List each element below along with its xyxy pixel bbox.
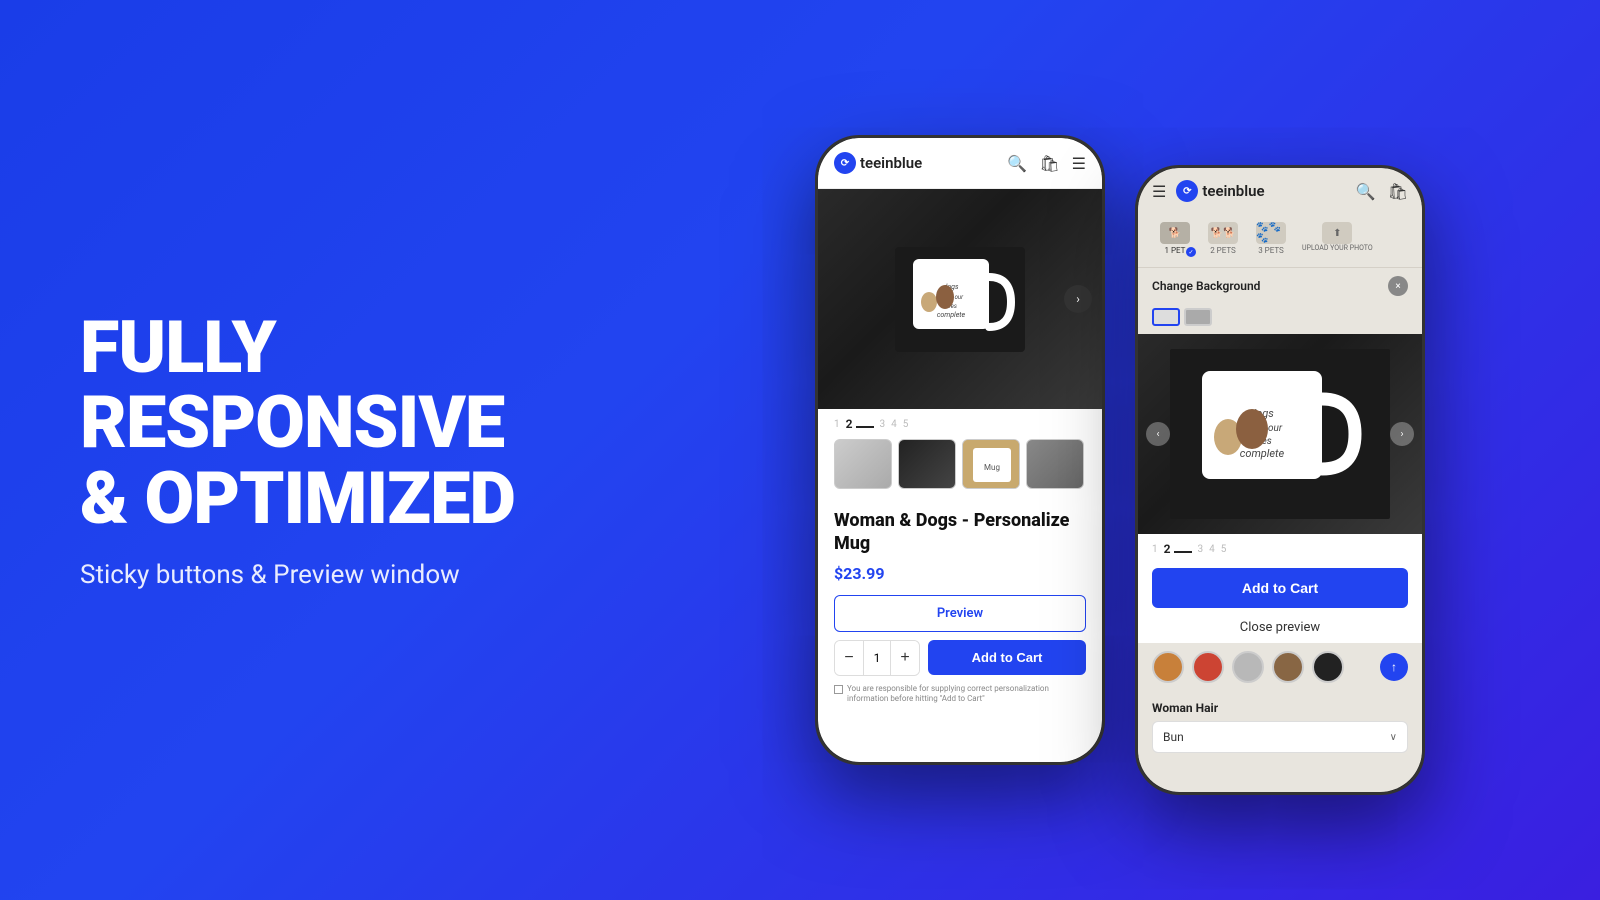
next-image-arrow-left[interactable]: › — [1064, 285, 1092, 313]
svg-text:complete: complete — [1240, 447, 1285, 460]
left-panel: FULLY RESPONSIVE & OPTIMIZED Sticky butt… — [0, 250, 680, 651]
phone-right: ☰ ⟳ teeinblue 🔍 🛍 🐕 1 PET ✓ 🐕🐕 — [1135, 165, 1425, 795]
change-bg-label: Change Background — [1152, 279, 1260, 293]
thumbnail-4-left[interactable] — [1026, 439, 1084, 489]
dot-5-left: 5 — [903, 419, 909, 430]
left-screen: ⟳ teeinblue 🔍 🛍 ☰ — [818, 138, 1102, 762]
hair-label: Woman Hair — [1152, 701, 1408, 715]
disclaimer-left: You are responsible for supplying correc… — [834, 684, 1086, 705]
dot-4-left: 4 — [891, 419, 897, 430]
mug-illustration-left: dogs make our lives complete — [895, 247, 1025, 352]
main-heading: FULLY RESPONSIVE & OPTIMIZED — [80, 310, 600, 537]
add-to-cart-button-right[interactable]: Add to Cart — [1152, 568, 1408, 608]
change-bg-bar: Change Background × — [1138, 268, 1422, 304]
upload-label: UPLOAD YOUR PHOTO — [1302, 244, 1373, 252]
upload-icon: ⬆ — [1322, 222, 1352, 244]
color-option-3[interactable] — [1232, 651, 1264, 683]
thumbnail-1-left[interactable] — [834, 439, 892, 489]
dot-2-left[interactable]: 2 — [846, 417, 874, 431]
dot-5-right: 5 — [1221, 544, 1227, 555]
pet-selector: 🐕 1 PET ✓ 🐕🐕 2 PETS 🐾🐾🐾 3 PETS ⬆ UPLOAD … — [1138, 214, 1422, 268]
pet-option-1[interactable]: 🐕 1 PET ✓ — [1152, 218, 1198, 259]
thumbnail-3-left[interactable]: Mug — [962, 439, 1020, 489]
pet-icon-3: 🐾🐾🐾 — [1256, 222, 1286, 244]
dot-1-left: 1 — [834, 419, 840, 430]
dots-row-left: 1 2 3 4 5 — [818, 409, 1102, 439]
svg-text:Mug: Mug — [984, 463, 1000, 472]
dot-1-right: 1 — [1152, 544, 1158, 555]
brand-logo-left: ⟳ teeinblue — [834, 152, 999, 174]
chevron-down-icon: ∨ — [1390, 732, 1397, 743]
white-section-right: 1 2 3 4 5 Add to Cart Close preview — [1138, 534, 1422, 643]
qty-minus-left[interactable]: − — [835, 641, 863, 675]
bg-swatch-selected[interactable] — [1152, 308, 1180, 326]
cart-icon-left[interactable]: 🛍 — [1039, 154, 1059, 173]
color-option-2[interactable] — [1192, 651, 1224, 683]
pet-label-1: 1 PET — [1165, 246, 1186, 255]
hair-section: Woman Hair Bun ∨ — [1138, 691, 1422, 763]
search-icon-right[interactable]: 🔍 — [1356, 182, 1376, 201]
pet-label-3: 3 PETS — [1258, 246, 1284, 255]
pet-check-1: ✓ — [1186, 247, 1196, 257]
bg-swatch-2[interactable] — [1184, 308, 1212, 326]
brand-name-right: teeinblue — [1202, 182, 1264, 200]
color-option-5[interactable] — [1312, 651, 1344, 683]
add-to-cart-button-left[interactable]: Add to Cart — [928, 640, 1086, 675]
color-option-4[interactable] — [1272, 651, 1304, 683]
preview-button-left[interactable]: Preview — [834, 595, 1086, 632]
scroll-up-button[interactable]: ↑ — [1380, 653, 1408, 681]
right-nav: ☰ ⟳ teeinblue 🔍 🛍 — [1138, 168, 1422, 214]
menu-icon-left[interactable]: ☰ — [1072, 154, 1086, 173]
next-image-arrow-right[interactable]: › — [1390, 422, 1414, 446]
menu-icon-right[interactable]: ☰ — [1152, 182, 1166, 201]
upload-option[interactable]: ⬆ UPLOAD YOUR PHOTO — [1296, 218, 1379, 259]
phone-left: ⟳ teeinblue 🔍 🛍 ☰ — [815, 135, 1105, 765]
phones-area: ⟳ teeinblue 🔍 🛍 ☰ — [680, 75, 1600, 825]
pet-icon-2: 🐕🐕 — [1208, 222, 1238, 244]
product-image-container-left: dogs make our lives complete › — [818, 189, 1102, 409]
product-title-left: Woman & Dogs - Personalize Mug — [834, 509, 1086, 556]
disclaimer-checkbox-left[interactable] — [834, 685, 843, 694]
nav-icons-left: 🔍 🛍 ☰ — [1007, 154, 1086, 173]
dot-2-right[interactable]: 2 — [1164, 542, 1192, 556]
qty-control-left[interactable]: − 1 + — [834, 640, 920, 676]
pet-icon-1: 🐕 — [1160, 222, 1190, 244]
hair-value: Bun — [1163, 730, 1184, 744]
left-nav: ⟳ teeinblue 🔍 🛍 ☰ — [818, 138, 1102, 189]
product-image-right: dogs make our lives complete ‹ › — [1138, 334, 1422, 534]
thumbnails-left: Mug — [818, 439, 1102, 499]
qty-plus-left[interactable]: + — [891, 641, 919, 675]
pet-option-2[interactable]: 🐕🐕 2 PETS — [1200, 218, 1246, 259]
nav-icons-right: 🔍 🛍 — [1356, 182, 1408, 201]
hair-dropdown[interactable]: Bun ∨ — [1152, 721, 1408, 753]
teeinblue-icon-left: ⟳ — [834, 152, 856, 174]
dot-3-left: 3 — [880, 419, 886, 430]
svg-text:complete: complete — [937, 311, 966, 319]
pet-label-2: 2 PETS — [1210, 246, 1236, 255]
prev-image-arrow-right[interactable]: ‹ — [1146, 422, 1170, 446]
search-icon-left[interactable]: 🔍 — [1007, 154, 1027, 173]
close-change-bg-button[interactable]: × — [1388, 276, 1408, 296]
thumbnail-2-left[interactable] — [898, 439, 956, 489]
close-preview-button[interactable]: Close preview — [1138, 614, 1422, 643]
teeinblue-icon-right: ⟳ — [1176, 180, 1198, 202]
pet-option-3[interactable]: 🐾🐾🐾 3 PETS — [1248, 218, 1294, 259]
dot-3-right: 3 — [1198, 544, 1204, 555]
dots-row-right: 1 2 3 4 5 — [1138, 534, 1422, 564]
brand-logo-right: ⟳ teeinblue — [1176, 180, 1345, 202]
mug-illustration-right: dogs make our lives complete — [1170, 349, 1390, 519]
product-price-left: $23.99 — [834, 564, 1086, 583]
cart-icon-right[interactable]: 🛍 — [1388, 182, 1408, 201]
product-image-main-left: dogs make our lives complete — [818, 189, 1102, 409]
qty-value-left: 1 — [863, 641, 891, 675]
right-screen: ☰ ⟳ teeinblue 🔍 🛍 🐕 1 PET ✓ 🐕🐕 — [1138, 168, 1422, 792]
product-info-left: Woman & Dogs - Personalize Mug $23.99 Pr… — [818, 499, 1102, 715]
dot-4-right: 4 — [1209, 544, 1215, 555]
brand-name-left: teeinblue — [860, 154, 922, 172]
sub-heading: Sticky buttons & Preview window — [80, 560, 600, 590]
cart-row-left: − 1 + Add to Cart — [834, 640, 1086, 676]
bg-swatch-row — [1138, 304, 1422, 334]
color-option-1[interactable] — [1152, 651, 1184, 683]
color-options-row: ↑ — [1138, 643, 1422, 691]
